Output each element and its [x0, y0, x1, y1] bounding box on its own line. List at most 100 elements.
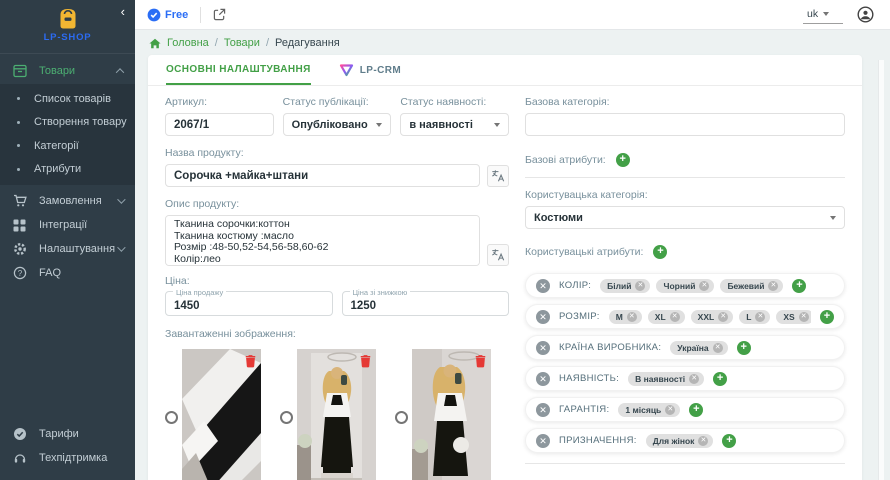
remove-chip-icon[interactable]: ✕ — [635, 281, 645, 291]
remove-chip-icon[interactable]: ✕ — [755, 312, 765, 322]
custom-category-select[interactable]: Костюми — [525, 206, 845, 229]
remove-attribute-icon[interactable]: ✕ — [536, 372, 550, 386]
sidebar-item-support[interactable]: Техпідтримка — [0, 446, 135, 470]
chip-label: XL — [655, 312, 666, 322]
page-scrollbar[interactable] — [878, 60, 884, 480]
remove-chip-icon[interactable]: ✕ — [665, 405, 675, 415]
add-base-attribute-icon[interactable]: + — [616, 153, 630, 167]
language-select[interactable]: uk — [803, 6, 843, 24]
account-avatar-icon[interactable] — [857, 6, 874, 23]
tab-main-settings[interactable]: ОСНОВНІ НАЛАШТУВАННЯ — [166, 55, 311, 85]
sidebar-item-faq[interactable]: ? FAQ — [0, 261, 135, 285]
delete-image-icon[interactable] — [475, 354, 486, 368]
remove-chip-icon[interactable]: ✕ — [713, 343, 723, 353]
remove-attribute-icon[interactable]: ✕ — [536, 434, 550, 448]
shop-bag-logo-icon — [56, 8, 80, 30]
remove-attribute-icon[interactable]: ✕ — [536, 279, 550, 293]
attribute-chips: В наявності✕ — [628, 372, 704, 386]
main-image-radio[interactable] — [395, 411, 408, 424]
sidebar-subitem-product-create[interactable]: Створення товару — [0, 111, 135, 135]
product-edit-card: ОСНОВНІ НАЛАШТУВАННЯ LP-CRM — [148, 55, 862, 480]
sidebar-subitem-categories[interactable]: Категорії — [0, 134, 135, 158]
add-custom-attribute-icon[interactable]: + — [653, 245, 667, 259]
home-icon — [149, 38, 161, 49]
product-name-input[interactable] — [165, 164, 480, 187]
sidebar-item-integrations[interactable]: Інтеграції — [0, 213, 135, 237]
publish-status-select[interactable]: Опубліковано — [283, 113, 392, 136]
remove-attribute-icon[interactable]: ✕ — [536, 403, 550, 417]
attribute-chip: XS ✕ — [776, 310, 811, 324]
add-value-icon[interactable]: + — [722, 434, 736, 448]
add-value-icon[interactable]: + — [713, 372, 727, 386]
delete-image-icon[interactable] — [245, 354, 256, 368]
caret-down-icon — [830, 216, 836, 220]
product-photo-2[interactable] — [297, 349, 376, 480]
breadcrumb-separator: / — [266, 37, 269, 49]
sidebar-subitem-product-list[interactable]: Список товарів — [0, 87, 135, 111]
remove-chip-icon[interactable]: ✕ — [670, 312, 680, 322]
remove-chip-icon[interactable]: ✕ — [698, 436, 708, 446]
remove-chip-icon[interactable]: ✕ — [768, 281, 778, 291]
tab-label: ОСНОВНІ НАЛАШТУВАННЯ — [166, 64, 311, 75]
sku-input[interactable] — [165, 113, 274, 136]
tariffs-check-icon — [12, 427, 27, 442]
attribute-row-warranty: ✕ ГАРАНТІЯ: 1 місяць✕ + — [525, 397, 845, 422]
remove-chip-icon[interactable]: ✕ — [718, 312, 728, 322]
main-image-radio[interactable] — [165, 411, 178, 424]
caret-down-icon — [494, 123, 500, 127]
caret-down-icon — [823, 12, 829, 16]
product-photo-1[interactable] — [182, 349, 261, 480]
add-value-icon[interactable]: + — [792, 279, 806, 293]
sidebar-subitem-attributes[interactable]: Атрибути — [0, 158, 135, 182]
tab-lp-crm[interactable]: LP-CRM — [339, 55, 401, 85]
delete-image-icon[interactable] — [360, 354, 371, 368]
integrations-icon — [12, 218, 27, 233]
stock-status-select[interactable]: в наявності — [400, 113, 509, 136]
attribute-row-purpose: ✕ ПРИЗНАЧЕННЯ: Для жінок✕ + — [525, 428, 845, 453]
orders-cart-icon — [12, 194, 27, 209]
base-category-input[interactable] — [525, 113, 845, 136]
sidebar-item-tariffs[interactable]: Тарифи — [0, 422, 135, 446]
remove-attribute-icon[interactable]: ✕ — [536, 341, 550, 355]
logo-text: LP-SHOP — [0, 32, 135, 43]
attribute-chip: L✕ — [739, 310, 770, 324]
remove-chip-icon[interactable]: ✕ — [699, 281, 709, 291]
plan-badge[interactable]: Free — [147, 8, 188, 22]
lp-crm-logo-icon — [339, 64, 354, 77]
uploaded-images-row-1 — [165, 349, 509, 480]
attribute-row-country: ✕ КРАЇНА ВИРОБНИКА: Україна✕ + — [525, 335, 845, 360]
description-textarea[interactable]: Тканина сорочки:коттон Тканина костюму :… — [165, 215, 480, 266]
discount-price-label: Ціна зі знижкою — [350, 288, 411, 297]
add-value-icon[interactable]: + — [737, 341, 751, 355]
product-photo-3[interactable] — [412, 349, 491, 480]
sidebar-item-label: Товари — [39, 65, 117, 77]
topbar-right: uk — [803, 6, 874, 24]
remove-attribute-icon[interactable]: ✕ — [536, 310, 550, 324]
breadcrumb-link-products[interactable]: Товари — [224, 37, 260, 49]
tab-bar: ОСНОВНІ НАЛАШТУВАННЯ LP-CRM — [148, 55, 862, 86]
open-in-new-icon[interactable] — [213, 8, 226, 21]
remove-chip-icon[interactable]: ✕ — [799, 312, 809, 322]
attribute-name: РОЗМІР: — [559, 311, 600, 322]
translate-button[interactable] — [487, 165, 509, 187]
sidebar: ‹ LP-SHOP Товари Список товарів — [0, 0, 135, 480]
sidebar-item-orders[interactable]: Замовлення — [0, 189, 135, 213]
main-content: Головна / Товари / Редагування ОСНОВНІ Н… — [135, 30, 884, 480]
add-value-icon[interactable]: + — [689, 403, 703, 417]
topbar: Free uk — [135, 0, 890, 30]
breadcrumb-link-home[interactable]: Головна — [167, 37, 209, 49]
plan-badge-label: Free — [165, 9, 188, 21]
base-attributes-label: Базові атрибути: — [525, 154, 606, 166]
sidebar-item-products[interactable]: Товари — [0, 57, 135, 84]
attribute-chip: В наявності✕ — [628, 372, 704, 386]
chip-label: XS — [783, 312, 794, 322]
chip-label: 1 місяць — [625, 405, 661, 415]
sidebar-item-settings[interactable]: Налаштування — [0, 237, 135, 261]
translate-button[interactable] — [487, 244, 509, 266]
attribute-chip: Україна✕ — [670, 341, 727, 355]
remove-chip-icon[interactable]: ✕ — [689, 374, 699, 384]
main-image-radio[interactable] — [280, 411, 293, 424]
add-value-icon[interactable]: + — [820, 310, 834, 324]
remove-chip-icon[interactable]: ✕ — [627, 312, 637, 322]
sidebar-collapse-icon[interactable]: ‹ — [121, 4, 125, 20]
